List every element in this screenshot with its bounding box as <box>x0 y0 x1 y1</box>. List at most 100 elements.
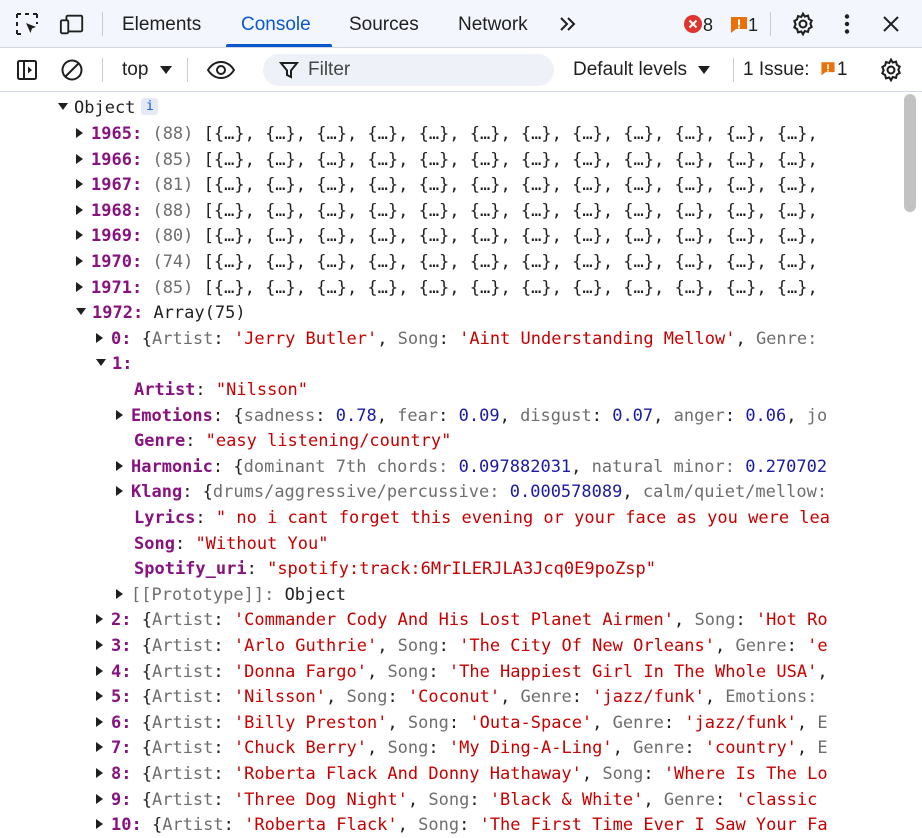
expand-triangle-icon[interactable] <box>96 819 103 830</box>
object-root-row[interactable]: Object i <box>58 95 159 121</box>
item-index: 1 <box>112 354 123 375</box>
caret-down-icon <box>698 66 711 74</box>
info-icon[interactable]: i <box>141 97 159 115</box>
console-scrollbar-thumb[interactable] <box>904 94 916 212</box>
lyrics-value: " no i cant forget this evening or your … <box>215 508 830 528</box>
year-key: 1970 <box>91 252 132 272</box>
sidebar-toggle-icon[interactable] <box>14 57 40 83</box>
issues-counter[interactable]: 1 Issue: 1 <box>743 58 847 82</box>
property-klang[interactable]: Klang: {drums/aggressive/percussive: 0.0… <box>116 479 827 505</box>
array-item-row[interactable]: 5: {Artist: 'Nilsson', Song: 'Coconut', … <box>96 684 817 710</box>
tab-separator <box>770 12 771 36</box>
array-item-row[interactable]: 0: {Artist: 'Jerry Butler', Song: 'Aint … <box>96 326 817 352</box>
expand-triangle-icon[interactable] <box>76 256 83 266</box>
song-value: 'Outa-Space' <box>469 712 593 733</box>
item-index: 5 <box>111 687 122 708</box>
year-row-expanded[interactable]: 1972: Array(75) <box>76 300 246 326</box>
expand-triangle-icon[interactable] <box>76 281 83 292</box>
property-harmonic[interactable]: Harmonic: {dominant 7th chords: 0.097882… <box>116 454 827 480</box>
filter-input[interactable]: Filter <box>263 54 554 86</box>
expand-triangle-icon[interactable] <box>76 153 83 164</box>
context-selector[interactable]: top <box>122 58 172 82</box>
tab-elements[interactable]: Elements <box>122 0 201 48</box>
year-row[interactable]: 1968: (88) [{…}, {…}, {…}, {…}, {…}, {…}… <box>76 198 818 224</box>
live-expression-eye-icon[interactable] <box>206 57 236 83</box>
expand-triangle-icon[interactable] <box>96 332 103 343</box>
filter-funnel-icon <box>277 58 301 82</box>
expand-triangle-icon[interactable] <box>76 230 83 241</box>
artist-value: 'Commander Cody And His Lost Planet Airm… <box>233 610 674 631</box>
array-item-row[interactable]: 7: {Artist: 'Chuck Berry', Song: 'My Din… <box>96 735 828 761</box>
year-row[interactable]: 1966: (85) [{…}, {…}, {…}, {…}, {…}, {…}… <box>76 147 818 173</box>
device-toolbar-icon[interactable] <box>59 11 85 37</box>
year-row[interactable]: 1967: (81) [{…}, {…}, {…}, {…}, {…}, {…}… <box>76 172 818 198</box>
artist-value: 'Roberta Flack' <box>244 815 398 836</box>
close-icon[interactable] <box>878 11 904 37</box>
array-item-row[interactable]: 6: {Artist: 'Billy Preston', Song: 'Outa… <box>96 710 828 736</box>
expand-triangle-icon[interactable] <box>96 691 103 702</box>
expand-triangle-icon[interactable] <box>96 793 103 804</box>
settings-gear-icon[interactable] <box>790 11 816 37</box>
clear-console-icon[interactable] <box>59 57 85 83</box>
collapse-triangle-icon[interactable] <box>76 307 86 315</box>
array-item-row[interactable]: 4: {Artist: 'Donna Fargo', Song: 'The Ha… <box>96 659 828 685</box>
expand-triangle-icon[interactable] <box>116 588 123 599</box>
tab-console[interactable]: Console <box>241 0 311 48</box>
devtools-tab-bar: Elements Console Sources Network 8 1 <box>0 0 922 48</box>
expand-triangle-icon[interactable] <box>96 665 103 676</box>
issues-label: 1 Issue: <box>743 59 810 80</box>
more-tabs-chevron-icon[interactable] <box>555 11 581 37</box>
issue-warning-icon <box>821 62 835 76</box>
array-item-row[interactable]: 10: {Artist: 'Roberta Flack', Song: 'The… <box>96 812 828 838</box>
log-levels-dropdown[interactable]: Default levels <box>573 58 711 82</box>
artist-value: "Nilsson" <box>215 380 309 400</box>
year-key: 1969 <box>91 226 132 247</box>
year-row[interactable]: 1969: (80) [{…}, {…}, {…}, {…}, {…}, {…}… <box>76 223 818 249</box>
array-preview: [{…}, {…}, {…}, {…}, {…}, {…}, {…}, {…},… <box>203 175 818 196</box>
expand-triangle-icon[interactable] <box>116 409 123 420</box>
year-row[interactable]: 1971: (85) [{…}, {…}, {…}, {…}, {…}, {…}… <box>76 275 818 301</box>
property-spotify-uri: Spotify_uri: "spotify:track:6MrILERJLA3J… <box>134 559 657 580</box>
toolbar-separator <box>102 58 103 82</box>
tab-sources[interactable]: Sources <box>349 0 419 48</box>
array-item-row-expanded[interactable]: 1: <box>96 351 133 377</box>
property-lyrics: Lyrics: " no i cant forget this evening … <box>134 508 830 528</box>
expand-triangle-icon[interactable] <box>116 486 123 497</box>
artist-value: 'Roberta Flack And Donny Hathaway' <box>233 764 582 784</box>
tab-network[interactable]: Network <box>458 0 528 48</box>
filter-placeholder: Filter <box>308 59 351 80</box>
expand-triangle-icon[interactable] <box>76 179 83 190</box>
array-item-row[interactable]: 9: {Artist: 'Three Dog Night', Song: 'Bl… <box>96 787 817 813</box>
array-preview: [{…}, {…}, {…}, {…}, {…}, {…}, {…}, {…},… <box>203 252 818 272</box>
expand-triangle-icon[interactable] <box>96 768 103 778</box>
harmonic-value: 0.097882031 <box>458 456 572 477</box>
array-item-row[interactable]: 2: {Artist: 'Commander Cody And His Lost… <box>96 607 828 633</box>
array-preview: [{…}, {…}, {…}, {…}, {…}, {…}, {…}, {…},… <box>203 277 818 298</box>
song-value: 'Black & White' <box>489 789 644 810</box>
log-levels-label: Default levels <box>573 59 688 80</box>
array-item-row[interactable]: 3: {Artist: 'Arlo Guthrie', Song: 'The C… <box>96 633 828 659</box>
expand-triangle-icon[interactable] <box>76 204 83 215</box>
collapse-triangle-icon[interactable] <box>96 358 106 366</box>
song-value: "Without You" <box>195 533 329 554</box>
expand-triangle-icon[interactable] <box>96 614 103 625</box>
property-prototype[interactable]: [[Prototype]]: Object <box>116 582 346 608</box>
item-index: 8 <box>111 764 122 784</box>
expand-triangle-icon[interactable] <box>96 716 103 727</box>
inspect-element-icon[interactable] <box>14 11 40 37</box>
property-emotions[interactable]: Emotions: {sadness: 0.78, fear: 0.09, di… <box>116 403 827 429</box>
expand-triangle-icon[interactable] <box>96 742 103 753</box>
disgust-value: 0.07 <box>612 405 654 426</box>
array-length: (80) <box>152 226 194 247</box>
expand-triangle-icon[interactable] <box>116 460 123 471</box>
year-row[interactable]: 1965: (88) [{…}, {…}, {…}, {…}, {…}, {…}… <box>76 121 818 147</box>
expand-triangle-icon[interactable] <box>96 640 103 650</box>
console-settings-gear-icon[interactable] <box>878 57 904 83</box>
song-value: 'The Happiest Girl In The Whole USA' <box>448 661 818 682</box>
expand-triangle-icon[interactable] <box>76 128 83 138</box>
array-item-row[interactable]: 8: {Artist: 'Roberta Flack And Donny Hat… <box>96 761 828 787</box>
item-index: 4 <box>111 661 122 682</box>
expand-triangle-icon[interactable] <box>58 102 68 110</box>
year-row[interactable]: 1970: (74) [{…}, {…}, {…}, {…}, {…}, {…}… <box>76 249 818 275</box>
more-options-kebab-icon[interactable] <box>834 11 860 37</box>
